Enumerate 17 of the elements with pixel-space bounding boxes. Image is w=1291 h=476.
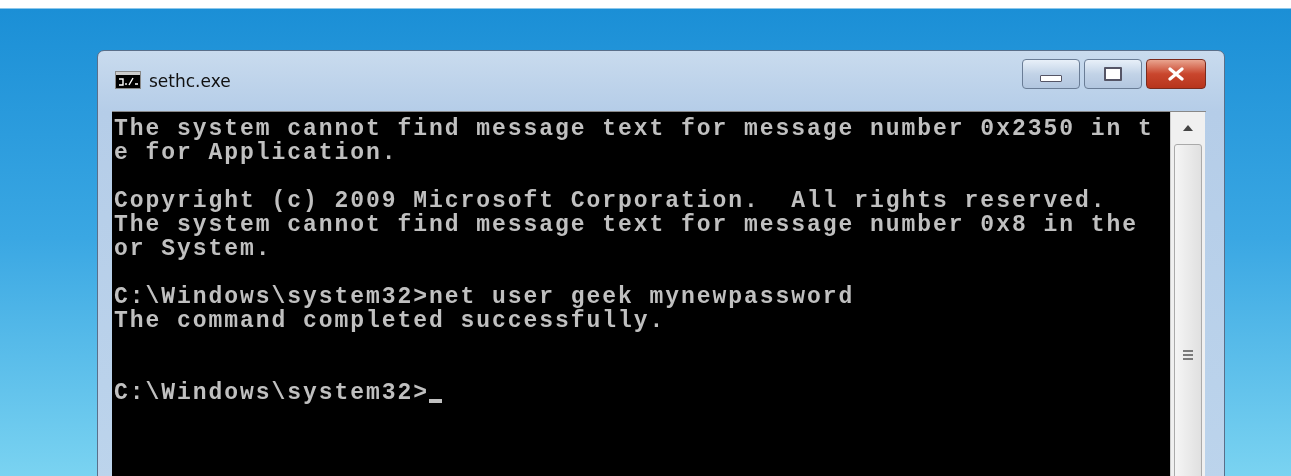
window-title: sethc.exe xyxy=(149,71,231,91)
maximize-button[interactable] xyxy=(1084,59,1142,89)
console-line: The command completed successfully. xyxy=(114,308,667,332)
console-line: The system cannot find message text for message number 0x8 in the xyxy=(114,212,1139,236)
scrollbar-thumb[interactable] xyxy=(1174,144,1202,476)
console-line: e for Application. xyxy=(114,140,399,164)
close-icon xyxy=(1167,67,1185,81)
up-arrow-icon xyxy=(1183,125,1193,131)
close-button[interactable] xyxy=(1146,59,1206,89)
minimize-button[interactable] xyxy=(1022,59,1080,89)
console-line: or System. xyxy=(114,236,273,260)
console-line: C:\Windows\system32>net user geek mynewpassword xyxy=(114,284,856,308)
console-icon xyxy=(115,71,141,89)
grip-icon xyxy=(1182,350,1194,360)
console-line: The system cannot find message text for message number 0x2350 in t xyxy=(114,116,1155,140)
command-prompt: C:\Windows\system32> xyxy=(114,380,430,404)
console-line: Copyright (c) 2009 Microsoft Corporation. All rights reserved. xyxy=(114,188,1107,212)
